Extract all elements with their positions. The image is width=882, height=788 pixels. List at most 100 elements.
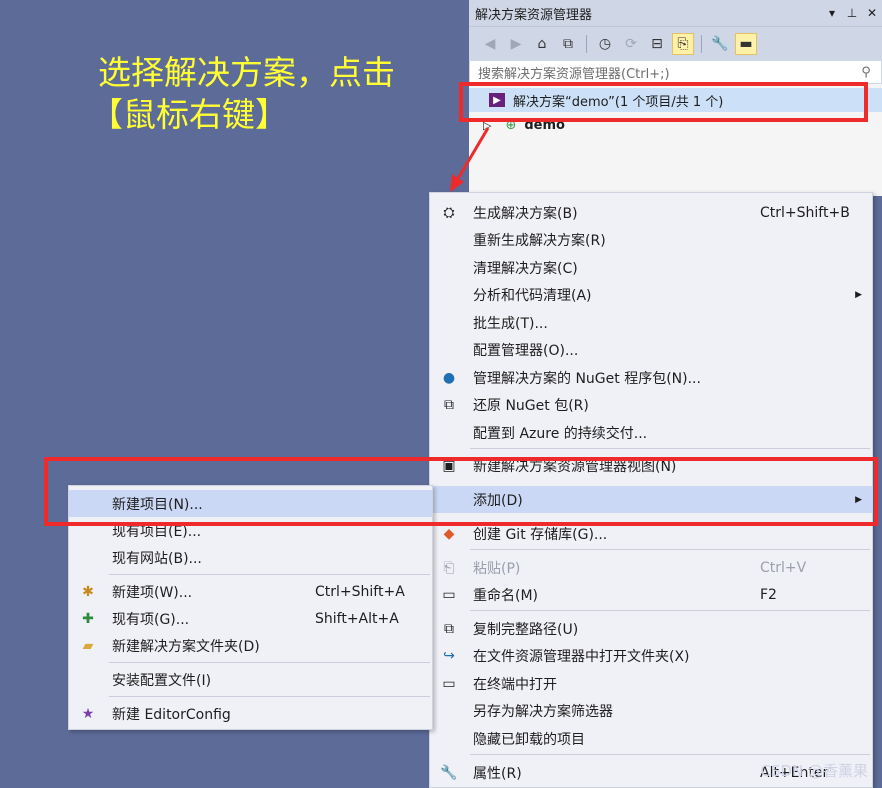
menu-item-label: 粘贴(P) <box>473 560 521 577</box>
menu-item-shortcut: Ctrl+Shift+B <box>760 204 850 221</box>
restore-icon: ⧉ <box>444 396 454 413</box>
menu-item-paste[interactable]: ⎗ 粘贴(P) Ctrl+V <box>430 554 872 581</box>
nuget-icon: ● <box>442 369 456 386</box>
menu-item-batch-build[interactable]: 批生成(T)... <box>430 309 872 336</box>
submenu-item-new-solution-folder[interactable]: ▰ 新建解决方案文件夹(D) <box>69 632 432 659</box>
menu-item-label: 重命名(M) <box>473 587 539 604</box>
panel-menu-icon[interactable]: ▾ <box>822 6 842 20</box>
menu-item-clean-solution[interactable]: 清理解决方案(C) <box>430 254 872 281</box>
back-icon[interactable]: ◀ <box>479 33 501 55</box>
home-icon[interactable]: ⌂ <box>531 33 553 55</box>
menu-item-open-in-explorer[interactable]: ↪ 在文件资源管理器中打开文件夹(X) <box>430 642 872 669</box>
menu-item-label: 属性(R) <box>473 765 522 782</box>
menu-item-analyze-cleanup[interactable]: 分析和代码清理(A) ▶ <box>430 281 872 308</box>
forward-icon[interactable]: ▶ <box>505 33 527 55</box>
open-folder-icon: ↪ <box>443 647 455 664</box>
menu-item-configuration-manager[interactable]: 配置管理器(O)... <box>430 336 872 363</box>
show-all-files-icon[interactable]: ⎘ <box>672 32 694 55</box>
submenu-item-existing-item[interactable]: ✚ 现有项(G)... Shift+Alt+A <box>69 605 432 632</box>
menu-item-label: 生成解决方案(B) <box>473 205 578 222</box>
annotation-line1: 选择解决方案，点击 <box>98 53 395 92</box>
switch-views-icon[interactable]: ⧉ <box>557 33 579 55</box>
submenu-item-new-item[interactable]: ✱ 新建项(W)... Ctrl+Shift+A <box>69 578 432 605</box>
menu-separator <box>109 662 430 663</box>
submenu-item-new-editorconfig[interactable]: ★ 新建 EditorConfig <box>69 700 432 727</box>
new-item-icon: ✱ <box>82 583 94 600</box>
existing-item-icon: ✚ <box>82 610 94 627</box>
menu-item-manage-nuget[interactable]: ● 管理解决方案的 NuGet 程序包(N)... <box>430 364 872 391</box>
close-icon[interactable]: ✕ <box>862 6 882 20</box>
menu-item-label: 复制完整路径(U) <box>473 621 579 638</box>
menu-item-shortcut: Ctrl+Shift+A <box>315 583 405 600</box>
build-icon: ⛭ <box>443 204 455 221</box>
menu-item-label: 重新生成解决方案(R) <box>473 232 606 249</box>
menu-item-label: 安装配置文件(I) <box>112 672 212 689</box>
menu-separator <box>109 574 430 575</box>
menu-item-label: 管理解决方案的 NuGet 程序包(N)... <box>473 370 701 387</box>
menu-separator <box>470 610 870 611</box>
annotation-text: 选择解决方案，点击 【鼠标右键】 <box>90 52 395 136</box>
pointer-arrow <box>450 127 490 192</box>
submenu-arrow-icon: ▶ <box>855 289 862 300</box>
menu-item-label: 清理解决方案(C) <box>473 260 578 277</box>
preview-icon[interactable]: ▬ <box>735 32 757 55</box>
watermark: CSDN @香薰果 <box>760 762 868 780</box>
menu-item-azure-delivery[interactable]: 配置到 Azure 的持续交付... <box>430 419 872 446</box>
pin-icon[interactable]: ⊥ <box>842 6 862 20</box>
menu-item-rebuild-solution[interactable]: 重新生成解决方案(R) <box>430 226 872 253</box>
annotation-line2: 【鼠标右键】 <box>90 95 288 134</box>
new-folder-icon: ▰ <box>82 637 94 654</box>
menu-item-label: 在终端中打开 <box>473 676 557 693</box>
toolbar-separator <box>586 34 587 53</box>
search-input[interactable]: 搜索解决方案资源管理器(Ctrl+;) ⚲ <box>469 60 882 84</box>
menu-item-open-in-terminal[interactable]: ▭ 在终端中打开 <box>430 670 872 697</box>
panel-toolbar: ◀ ▶ ⌂ ⧉ ◷ ⟳ ⊟ ⎘ 🔧 ▬ <box>469 26 882 60</box>
pending-changes-icon[interactable]: ◷ <box>594 33 616 55</box>
menu-item-label: 现有网站(B)... <box>112 550 202 567</box>
menu-item-label: 创建 Git 存储库(G)... <box>473 526 608 543</box>
menu-item-label: 在文件资源管理器中打开文件夹(X) <box>473 648 690 665</box>
panel-title-bar: 解决方案资源管理器 ▾ ⊥ ✕ <box>469 0 882 26</box>
properties-icon[interactable]: 🔧 <box>709 33 731 55</box>
search-icon[interactable]: ⚲ <box>851 65 881 80</box>
search-placeholder: 搜索解决方案资源管理器(Ctrl+;) <box>478 66 670 82</box>
menu-item-shortcut: F2 <box>760 586 777 603</box>
menu-item-save-as-filter[interactable]: 另存为解决方案筛选器 <box>430 697 872 724</box>
menu-separator <box>470 754 870 755</box>
menu-item-shortcut: Shift+Alt+A <box>315 610 399 627</box>
menu-item-label: 现有项(G)... <box>112 611 190 628</box>
highlight-box-add <box>44 457 878 526</box>
menu-item-label: 隐藏已卸载的项目 <box>473 731 585 748</box>
menu-item-label: 配置到 Azure 的持续交付... <box>473 425 648 442</box>
git-icon: ◆ <box>443 525 455 542</box>
menu-item-shortcut: Ctrl+V <box>760 559 807 576</box>
sync-icon[interactable]: ⟳ <box>620 33 642 55</box>
menu-item-build-solution[interactable]: ⛭ 生成解决方案(B) Ctrl+Shift+B <box>430 199 872 226</box>
menu-item-label: 新建 EditorConfig <box>112 706 231 723</box>
menu-item-hide-unloaded[interactable]: 隐藏已卸载的项目 <box>430 725 872 752</box>
menu-item-label: 分析和代码清理(A) <box>473 287 592 304</box>
menu-item-label: 新建项(W)... <box>112 584 193 601</box>
menu-item-label: 还原 NuGet 包(R) <box>473 397 589 414</box>
menu-item-restore-nuget[interactable]: ⧉ 还原 NuGet 包(R) <box>430 391 872 418</box>
wrench-icon: 🔧 <box>440 764 458 781</box>
submenu-item-existing-website[interactable]: 现有网站(B)... <box>69 544 432 571</box>
menu-item-label: 另存为解决方案筛选器 <box>473 703 613 720</box>
menu-item-label: 批生成(T)... <box>473 315 548 332</box>
editorconfig-icon: ★ <box>81 705 95 722</box>
terminal-icon: ▭ <box>442 675 456 692</box>
collapse-all-icon[interactable]: ⊟ <box>646 33 668 55</box>
menu-item-label: 新建解决方案文件夹(D) <box>112 638 260 655</box>
menu-separator <box>109 696 430 697</box>
panel-title: 解决方案资源管理器 <box>475 7 593 23</box>
copy-icon: ⧉ <box>444 620 454 637</box>
toolbar-separator <box>701 34 702 53</box>
paste-icon: ⎗ <box>443 559 455 576</box>
submenu-item-install-config[interactable]: 安装配置文件(I) <box>69 666 432 693</box>
highlight-box-solution <box>459 82 868 122</box>
rename-icon: ▭ <box>442 586 456 603</box>
menu-item-rename[interactable]: ▭ 重命名(M) F2 <box>430 581 872 608</box>
menu-separator <box>470 549 870 550</box>
menu-item-label: 配置管理器(O)... <box>473 342 579 359</box>
menu-item-copy-full-path[interactable]: ⧉ 复制完整路径(U) <box>430 615 872 642</box>
